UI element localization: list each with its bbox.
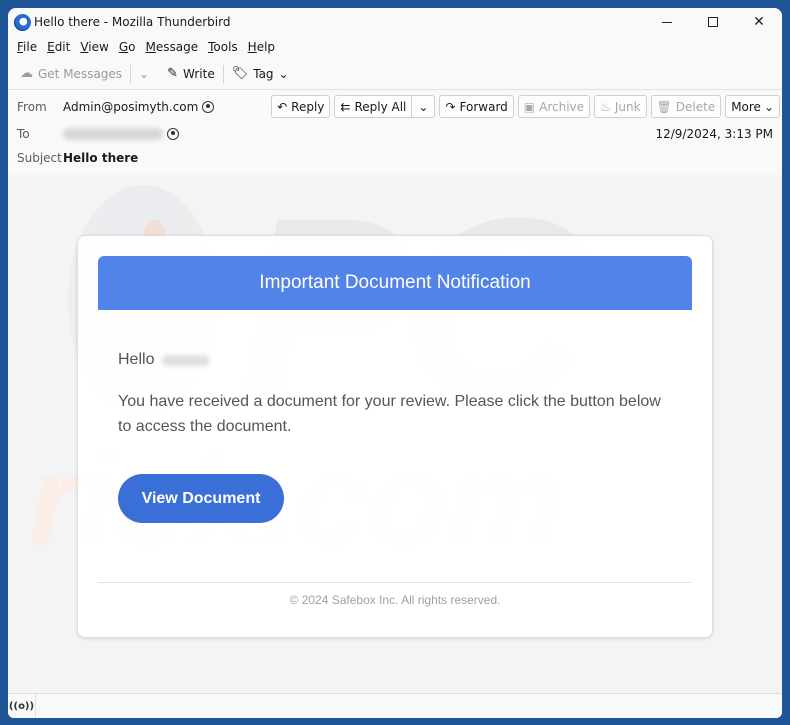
to-address-redacted xyxy=(63,128,163,140)
from-label: From xyxy=(17,100,47,114)
main-toolbar: ☁ Get Messages ⌄ ✎ Write 🏷 Tag ⌄ xyxy=(8,58,782,90)
maximize-icon xyxy=(708,17,718,27)
view-document-button[interactable]: View Document xyxy=(118,474,284,523)
delete-label: Delete xyxy=(675,99,716,114)
toolbar-separator xyxy=(222,64,224,83)
contact-icon[interactable] xyxy=(167,128,179,140)
minimize-button[interactable] xyxy=(644,8,690,36)
junk-flame-icon: ♨ xyxy=(600,99,611,114)
close-icon: ✕ xyxy=(753,14,765,30)
reply-all-button[interactable]: ⇇ Reply All xyxy=(334,95,413,118)
forward-button[interactable]: ↷ Forward xyxy=(439,95,514,118)
reply-all-icon: ⇇ xyxy=(340,99,351,114)
title-bar: Hello there - Mozilla Thunderbird ✕ xyxy=(8,8,782,36)
menu-accel: G xyxy=(118,40,129,54)
online-status-icon[interactable]: ((o)) xyxy=(8,694,36,718)
reply-all-dropdown[interactable]: ⌄ xyxy=(412,95,436,118)
to-label: To xyxy=(17,127,30,141)
menu-accel: H xyxy=(247,40,257,54)
menu-label: ile xyxy=(23,40,38,54)
minimize-icon xyxy=(662,21,672,23)
write-button[interactable]: ✎ Write xyxy=(163,62,219,86)
cloud-download-icon: ☁ xyxy=(20,66,33,81)
pencil-icon: ✎ xyxy=(167,66,179,81)
chevron-down-icon: ⌄ xyxy=(763,99,774,114)
delete-button[interactable]: 🗑 Delete xyxy=(650,95,722,118)
trash-icon: 🗑 xyxy=(656,99,672,114)
reply-all-label: Reply All xyxy=(354,99,407,114)
contact-icon[interactable] xyxy=(202,101,215,113)
tag-button[interactable]: 🏷 Tag ⌄ xyxy=(228,62,293,86)
greeting: Hello xyxy=(118,351,211,369)
menu-file[interactable]: File xyxy=(12,40,42,54)
menu-label: elp xyxy=(256,40,276,54)
message-body: PC risk.com Important Document Notificat… xyxy=(8,175,782,693)
get-messages-dropdown[interactable]: ⌄ xyxy=(135,62,153,86)
more-button[interactable]: More ⌄ xyxy=(725,95,780,118)
menu-label: essage xyxy=(155,40,199,54)
menu-view[interactable]: View xyxy=(75,40,113,54)
menu-label: ools xyxy=(213,40,238,54)
toolbar-separator xyxy=(130,64,132,83)
maximize-button[interactable] xyxy=(690,8,736,36)
status-bar: ((o)) xyxy=(8,693,782,718)
subject-value: Hello there xyxy=(63,151,139,165)
from-address[interactable]: Admin@posimyth.com xyxy=(63,100,198,114)
menu-label: iew xyxy=(88,40,109,54)
footer-divider xyxy=(98,582,692,583)
menu-label: o xyxy=(128,40,136,54)
status-icon-glyph: ((o)) xyxy=(8,700,35,712)
email-card: Important Document Notification Hello Yo… xyxy=(77,235,713,638)
reply-button[interactable]: ↶ Reply xyxy=(271,95,331,118)
message-date: 12/9/2024, 3:13 PM xyxy=(655,127,773,141)
archive-label: Archive xyxy=(539,99,585,114)
forward-icon: ↷ xyxy=(445,99,456,114)
thunderbird-window: Hello there - Mozilla Thunderbird ✕ File… xyxy=(8,8,782,718)
archive-icon: ▣ xyxy=(523,99,536,114)
tag-label: Tag xyxy=(253,66,274,81)
archive-button[interactable]: ▣ Archive xyxy=(517,95,591,118)
menu-bar: File Edit View Go Message Tools Help xyxy=(8,36,782,58)
junk-label: Junk xyxy=(614,99,641,114)
get-messages-label: Get Messages xyxy=(38,66,123,81)
email-footer: © 2024 Safebox Inc. All rights reserved. xyxy=(289,593,501,607)
forward-label: Forward xyxy=(459,99,508,114)
email-body-text: You have received a document for your re… xyxy=(118,393,661,435)
close-button[interactable]: ✕ xyxy=(736,8,782,36)
menu-go[interactable]: Go xyxy=(114,40,141,54)
menu-tools[interactable]: Tools xyxy=(203,40,243,54)
recipient-name-redacted xyxy=(162,354,211,366)
view-document-label: View Document xyxy=(141,489,261,507)
write-label: Write xyxy=(183,66,215,81)
chevron-down-icon: ⌄ xyxy=(278,66,289,81)
menu-help[interactable]: Help xyxy=(243,40,280,54)
window-title: Hello there - Mozilla Thunderbird xyxy=(34,15,231,29)
window-controls: ✕ xyxy=(644,8,782,36)
junk-button[interactable]: ♨ Junk xyxy=(594,95,647,118)
greeting-text: Hello xyxy=(118,351,155,368)
menu-edit[interactable]: Edit xyxy=(42,40,75,54)
message-actions: ↶ Reply ⇇ Reply All ⌄ ↷ Forward ▣ Archive ♨ J… xyxy=(271,95,780,118)
menu-accel: E xyxy=(47,40,55,54)
thunderbird-logo-icon xyxy=(14,13,31,31)
menu-message[interactable]: Message xyxy=(140,40,203,54)
get-messages-button[interactable]: ☁ Get Messages xyxy=(16,62,126,86)
menu-label: dit xyxy=(54,40,71,54)
chevron-down-icon: ⌄ xyxy=(418,99,429,114)
subject-label: Subject xyxy=(17,151,62,165)
menu-accel: M xyxy=(145,40,156,54)
subject-row: Subject Hello there xyxy=(17,151,138,165)
from-row: From Admin@posimyth.com xyxy=(17,100,215,114)
reply-label: Reply xyxy=(291,99,325,114)
to-row: To xyxy=(17,127,179,141)
reply-icon: ↶ xyxy=(277,99,288,114)
reply-all-split: ⇇ Reply All ⌄ xyxy=(334,95,436,118)
tag-icon: 🏷 xyxy=(231,66,249,81)
banner-title: Important Document Notification xyxy=(259,272,531,293)
more-label: More xyxy=(731,99,761,114)
chevron-down-icon: ⌄ xyxy=(139,66,150,81)
email-banner: Important Document Notification xyxy=(98,256,692,310)
